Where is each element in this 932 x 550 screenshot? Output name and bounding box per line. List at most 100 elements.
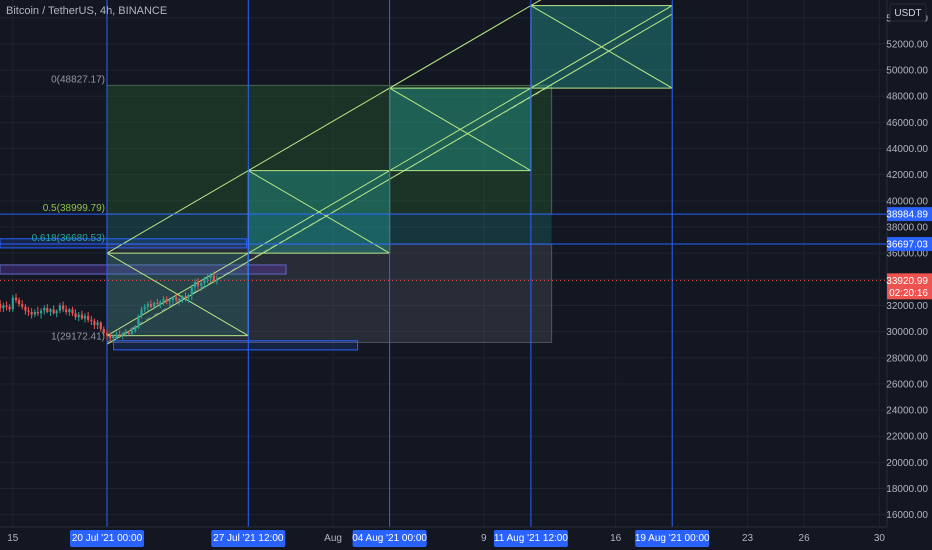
candle-body bbox=[134, 327, 137, 331]
time-marker-label: 19 Aug '21 00:00 bbox=[635, 533, 710, 544]
candle bbox=[93, 318, 96, 329]
candle-body bbox=[65, 309, 68, 312]
price-tick-label: 24000.00 bbox=[886, 406, 928, 417]
price-tick-label: 50000.00 bbox=[886, 66, 928, 77]
candle bbox=[11, 294, 14, 312]
candle-body bbox=[165, 298, 168, 302]
time-marker-label: 11 Aug '21 12:00 bbox=[494, 533, 568, 544]
plot-area: 0(48827.17) 0.5(38999.79) 0.618(36680.53) 1… bbox=[0, 0, 887, 527]
price-tick-label: 46000.00 bbox=[886, 118, 928, 129]
candle-body bbox=[5, 305, 8, 307]
candle bbox=[2, 302, 5, 312]
candle-body bbox=[52, 309, 55, 314]
candle-body bbox=[80, 314, 84, 319]
candle-body bbox=[43, 308, 46, 311]
candle-body bbox=[209, 275, 212, 278]
candle-countdown-label: 02:20:16 bbox=[889, 288, 928, 299]
candle-body bbox=[14, 297, 18, 301]
candle-body bbox=[105, 332, 109, 336]
candle-body bbox=[127, 332, 131, 334]
candle bbox=[58, 302, 61, 314]
candle bbox=[62, 301, 65, 312]
candle-body bbox=[0, 304, 2, 309]
time-tick-label: 9 bbox=[481, 533, 487, 544]
candle-body bbox=[24, 306, 27, 311]
symbol-title: Bitcoin / TetherUS, 4h, BINANCE bbox=[6, 5, 168, 17]
candle-body bbox=[36, 311, 39, 314]
candle bbox=[68, 308, 71, 316]
price-line-tag-label: 36697.03 bbox=[886, 240, 928, 251]
fib-level-label: 0(48827.17) bbox=[51, 74, 105, 85]
price-tick-label: 18000.00 bbox=[886, 484, 928, 495]
candle bbox=[87, 311, 90, 323]
candle-body bbox=[71, 309, 74, 314]
candle-body bbox=[206, 277, 209, 280]
candle-body bbox=[8, 306, 11, 310]
price-tick-label: 42000.00 bbox=[886, 170, 928, 181]
candle-body bbox=[96, 322, 99, 326]
time-tick-label: 15 bbox=[7, 533, 19, 544]
candle-body bbox=[11, 297, 14, 310]
candle-body bbox=[46, 308, 49, 312]
price-tick-label: 22000.00 bbox=[886, 432, 928, 443]
candle-body bbox=[168, 300, 171, 302]
time-tick-label: 30 bbox=[874, 533, 886, 544]
candle bbox=[36, 306, 39, 316]
price-tick-label: 38000.00 bbox=[886, 222, 928, 233]
candle-body bbox=[193, 281, 197, 288]
candle-body bbox=[124, 332, 127, 334]
candle-body bbox=[90, 319, 93, 322]
price-tick-label: 44000.00 bbox=[886, 144, 928, 155]
time-marker-label: 04 Aug '21 00:00 bbox=[352, 533, 427, 544]
price-tick-label: 26000.00 bbox=[886, 379, 928, 390]
candle-body bbox=[2, 305, 5, 309]
candle-body bbox=[203, 279, 206, 284]
currency-label: USDT bbox=[894, 8, 921, 19]
candle-body bbox=[55, 310, 58, 314]
price-tick-label: 40000.00 bbox=[886, 196, 928, 207]
candle-body bbox=[162, 298, 165, 302]
candle bbox=[0, 300, 2, 312]
candle bbox=[55, 309, 58, 318]
candle bbox=[33, 309, 36, 318]
candle-body bbox=[171, 297, 175, 301]
candle bbox=[27, 306, 30, 316]
time-tick-label: Aug bbox=[324, 533, 342, 544]
candle-body bbox=[115, 334, 118, 337]
candle-body bbox=[83, 315, 87, 319]
candle-body bbox=[87, 315, 90, 320]
candle-body bbox=[159, 301, 162, 305]
candle-body bbox=[146, 304, 149, 307]
candle-body bbox=[62, 305, 65, 310]
candle bbox=[96, 319, 99, 329]
candle bbox=[71, 306, 74, 316]
candle bbox=[77, 311, 80, 322]
candle-body bbox=[27, 310, 30, 312]
candle-body bbox=[187, 294, 190, 298]
candle-body bbox=[178, 298, 181, 301]
candle-body bbox=[99, 322, 102, 329]
price-tick-label: 28000.00 bbox=[886, 353, 928, 364]
price-chart[interactable]: 0(48827.17) 0.5(38999.79) 0.618(36680.53) 1… bbox=[0, 0, 932, 550]
candle bbox=[39, 308, 43, 319]
candle-body bbox=[58, 305, 61, 311]
candle bbox=[49, 308, 52, 316]
candle bbox=[83, 313, 87, 323]
candle-body bbox=[33, 311, 36, 315]
candle-body bbox=[77, 314, 80, 318]
price-tick-label: 48000.00 bbox=[886, 92, 928, 103]
candle-body bbox=[68, 309, 71, 312]
time-tick-label: 16 bbox=[610, 533, 622, 544]
candle bbox=[90, 315, 93, 326]
candle-body bbox=[196, 281, 200, 286]
candle bbox=[65, 305, 68, 315]
candle-body bbox=[21, 304, 24, 307]
price-tick-label: 20000.00 bbox=[886, 458, 928, 469]
candle-body bbox=[143, 306, 146, 310]
candle-body bbox=[30, 311, 33, 315]
chart-root: 0(48827.17) 0.5(38999.79) 0.618(36680.53) 1… bbox=[0, 0, 932, 550]
last-price-label: 33920.99 bbox=[886, 276, 928, 287]
price-tick-label: 16000.00 bbox=[886, 510, 928, 521]
candle bbox=[80, 310, 84, 320]
time-marker-label: 20 Jul '21 00:00 bbox=[72, 533, 143, 544]
